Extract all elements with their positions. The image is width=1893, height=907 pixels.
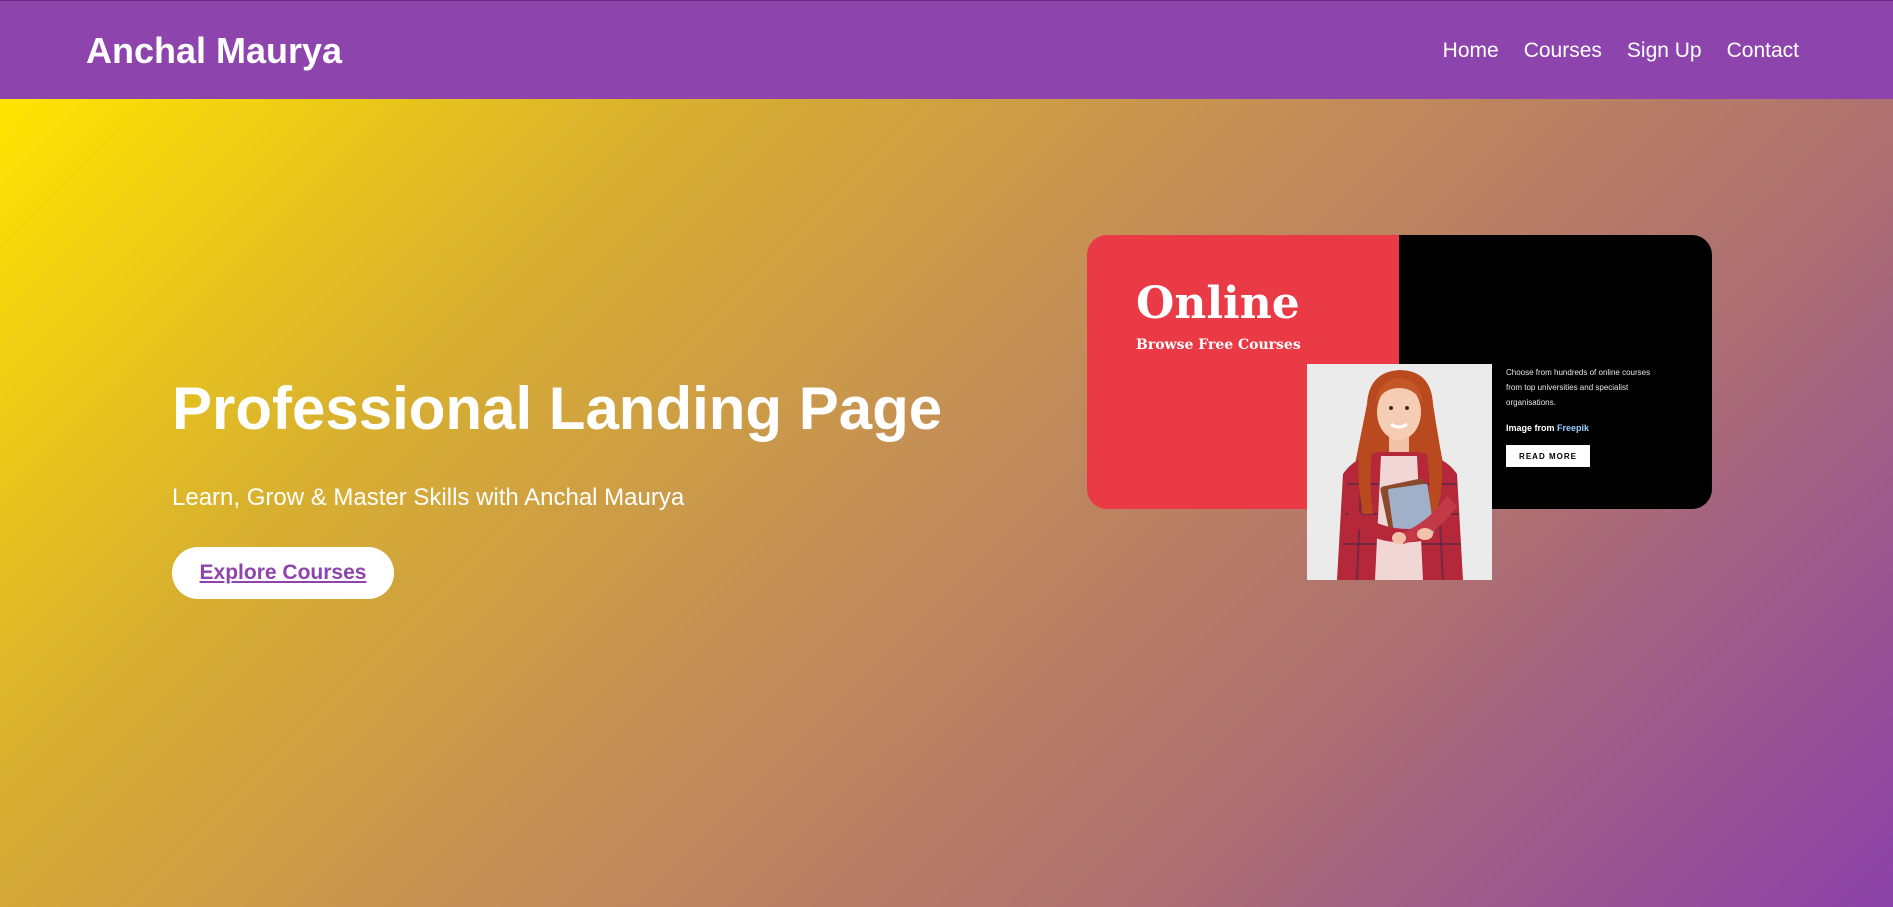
nav-link-home[interactable]: Home xyxy=(1443,37,1499,65)
student-illustration xyxy=(1307,364,1492,580)
banner-title: Online xyxy=(1136,278,1300,329)
read-more-button: READ MORE xyxy=(1506,445,1590,467)
explore-courses-label: Explore Courses xyxy=(199,561,367,584)
banner-subtitle: Browse Free Courses xyxy=(1136,337,1301,353)
hero-subtitle: Learn, Grow & Master Skills with Anchal … xyxy=(172,484,685,511)
explore-courses-button[interactable]: Explore Courses xyxy=(172,547,394,599)
student-photo xyxy=(1307,364,1492,580)
banner-description: Choose from hundreds of online courses f… xyxy=(1506,368,1651,407)
banner-credit: Image from Freepik xyxy=(1506,422,1589,434)
nav-link-contact[interactable]: Contact xyxy=(1727,37,1799,65)
banner-credit-prefix: Image from xyxy=(1506,423,1555,433)
read-more-label: READ MORE xyxy=(1519,451,1577,461)
brand-logo[interactable]: Anchal Maurya xyxy=(86,29,342,73)
hero-title: Professional Landing Page xyxy=(172,375,943,442)
nav-link-courses[interactable]: Courses xyxy=(1524,37,1602,65)
nav-link-sign-up[interactable]: Sign Up xyxy=(1627,37,1702,65)
banner-credit-link: Freepik xyxy=(1557,423,1590,433)
navbar: Anchal Maurya Home Courses Sign Up Conta… xyxy=(0,0,1893,99)
nav-links: Home Courses Sign Up Contact xyxy=(1443,37,1799,65)
